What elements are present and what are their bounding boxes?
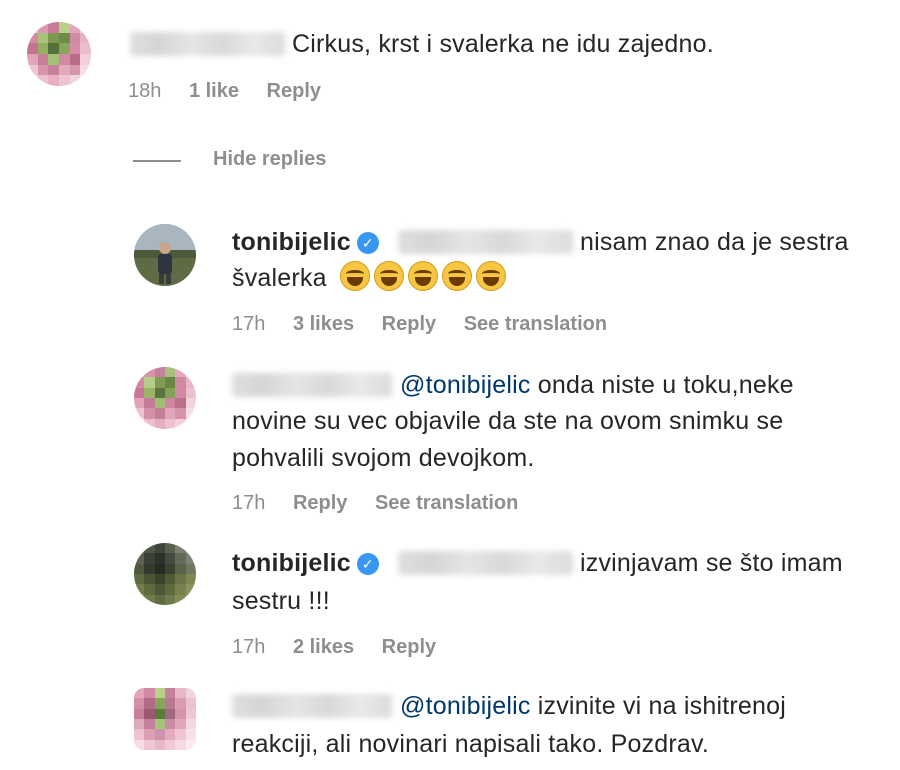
reply-text: izvinite vi na ishitrenoj bbox=[537, 692, 786, 720]
blurred-mention bbox=[398, 230, 573, 254]
verified-badge-icon: ✓ bbox=[356, 553, 379, 575]
reply-text-line2: novine su vec objavile da ste na ovom sn… bbox=[232, 407, 784, 435]
reply-text-line3: pohvalili svojom devojkom. bbox=[232, 444, 535, 472]
reply-text: tonibijelic ✓ bbox=[232, 224, 379, 261]
comment-time: 18h bbox=[128, 80, 162, 102]
reply-text-line1: nisam znao da je sestra bbox=[580, 228, 849, 256]
reply-meta: 17h 2 likes Reply bbox=[232, 636, 458, 659]
blurred-username bbox=[232, 694, 392, 718]
reply-button[interactable]: Reply bbox=[293, 492, 347, 514]
avatar-tonibijelic[interactable] bbox=[134, 224, 196, 286]
reply-username[interactable]: tonibijelic bbox=[232, 549, 351, 577]
reply-button[interactable]: Reply bbox=[382, 636, 436, 658]
reply-text-word: švalerka bbox=[232, 264, 327, 292]
like-count[interactable]: 1 like bbox=[189, 80, 239, 102]
see-translation-button[interactable]: See translation bbox=[375, 492, 518, 514]
replies-divider bbox=[133, 160, 181, 162]
hide-replies-button[interactable]: Hide replies bbox=[213, 148, 326, 171]
reply-text-line2: švalerka bbox=[232, 260, 510, 297]
reply-text: onda niste u toku,neke bbox=[537, 371, 794, 399]
blurred-username bbox=[232, 373, 392, 397]
like-count[interactable]: 3 likes bbox=[293, 313, 354, 335]
reply-time: 17h bbox=[232, 492, 266, 514]
avatar[interactable] bbox=[27, 22, 91, 86]
reply-text-line1: izvinjavam se što imam bbox=[580, 549, 843, 577]
reply-meta: 17h Reply See translation bbox=[232, 492, 540, 515]
avatar-tonibijelic[interactable] bbox=[134, 543, 196, 605]
grinning-squinting-face-icon bbox=[407, 261, 438, 291]
mention-link[interactable]: @tonibijelic bbox=[400, 692, 531, 720]
avatar-photo bbox=[134, 224, 196, 286]
reply-text: tonibijelic ✓ bbox=[232, 545, 379, 582]
reply-button[interactable]: Reply bbox=[267, 80, 321, 102]
like-count[interactable]: 2 likes bbox=[293, 636, 354, 658]
grinning-squinting-face-icon bbox=[373, 261, 404, 291]
reply-time: 17h bbox=[232, 636, 266, 658]
comment-text: Cirkus, krst i svalerka ne idu zajedno. bbox=[292, 30, 714, 58]
avatar[interactable] bbox=[134, 688, 196, 750]
reply-button[interactable]: Reply bbox=[382, 313, 436, 335]
blurred-username bbox=[130, 32, 285, 56]
reply-text-line2: sestru !!! bbox=[232, 587, 330, 615]
comment-meta: 18h 1 like Reply bbox=[128, 80, 343, 103]
grinning-squinting-face-icon bbox=[475, 261, 506, 291]
mention-link[interactable]: @tonibijelic bbox=[400, 371, 531, 399]
reply-text-line1: @tonibijelic izvinite vi na ishitrenoj bbox=[400, 688, 786, 725]
verified-badge-icon: ✓ bbox=[356, 232, 379, 254]
reply-text-line1: @tonibijelic onda niste u toku,neke bbox=[400, 367, 794, 404]
see-translation-button[interactable]: See translation bbox=[464, 313, 607, 335]
grinning-squinting-face-icon bbox=[441, 261, 472, 291]
reply-text-line2: reakciji, ali novinari napisali tako. Po… bbox=[232, 730, 710, 758]
grinning-squinting-face-icon bbox=[339, 261, 370, 291]
blurred-mention bbox=[398, 551, 573, 575]
reply-meta: 17h 3 likes Reply See translation bbox=[232, 313, 629, 336]
reply-username[interactable]: tonibijelic bbox=[232, 228, 351, 256]
avatar[interactable] bbox=[134, 367, 196, 429]
reply-time: 17h bbox=[232, 313, 266, 335]
